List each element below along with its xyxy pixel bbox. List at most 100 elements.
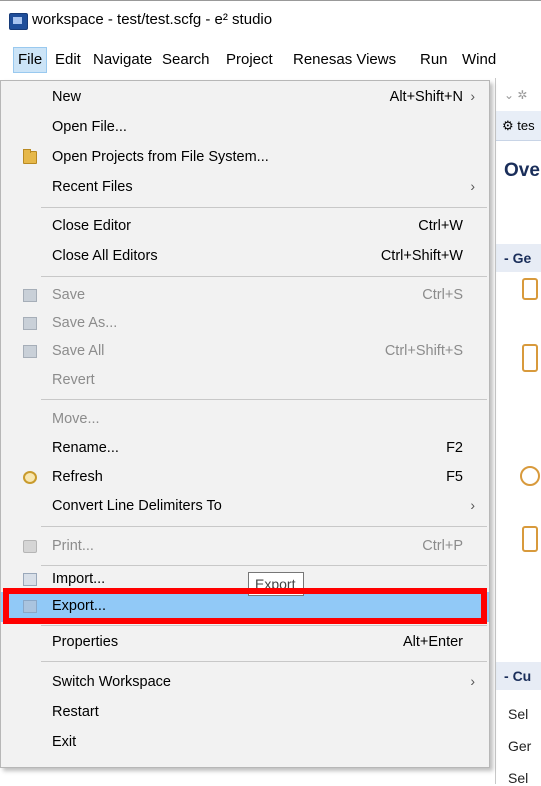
menu-item-save-as[interactable]: Save As... xyxy=(1,309,489,339)
menu-item-label: Move... xyxy=(52,411,100,427)
menu-edit[interactable]: Edit xyxy=(55,51,81,68)
menu-separator xyxy=(41,661,487,662)
folder-icon xyxy=(23,149,37,164)
shortcut-label: Alt+Shift+N xyxy=(389,89,463,105)
menu-item-label: Save As... xyxy=(52,315,118,331)
gear-icon: ⚙ xyxy=(502,118,514,133)
menu-run[interactable]: Run xyxy=(420,51,448,68)
menu-item-label: New xyxy=(52,89,82,105)
menu-item-label: Switch Workspace xyxy=(52,674,171,690)
menu-item-label: Close Editor xyxy=(52,218,131,234)
shortcut-label: Alt+Enter xyxy=(402,634,463,650)
submenu-arrow-icon: › xyxy=(470,88,475,104)
pane-row: Sel xyxy=(508,706,529,722)
menu-item-restart[interactable]: Restart xyxy=(1,698,489,728)
menu-item-switch-workspace[interactable]: Switch Workspace › xyxy=(1,668,489,698)
section-current-label: Cu xyxy=(512,668,532,684)
menu-item-export[interactable]: Export... xyxy=(1,592,489,622)
menu-item-label: Recent Files xyxy=(52,179,133,195)
shortcut-label: F5 xyxy=(446,469,463,485)
menu-item-label: Export... xyxy=(52,598,106,614)
menu-item-refresh[interactable]: Refresh F5 xyxy=(1,463,489,493)
menu-separator xyxy=(41,207,487,208)
editor-tab-label: tes xyxy=(517,118,535,133)
editor-toolbar: ⌄ ✲ xyxy=(504,88,528,102)
section-current[interactable]: ‐ Cu xyxy=(496,662,541,690)
menu-item-label: Open Projects from File System... xyxy=(52,149,269,165)
menu-item-label: Print... xyxy=(52,538,94,554)
save-as-icon xyxy=(23,317,37,330)
menu-item-recent-files[interactable]: Recent Files › xyxy=(1,173,489,203)
menu-item-label: Refresh xyxy=(52,469,103,485)
menu-separator xyxy=(41,625,487,626)
menu-item-label: Save All xyxy=(52,343,105,359)
shortcut-label: Ctrl+S xyxy=(422,287,463,303)
menu-item-exit[interactable]: Exit xyxy=(1,728,489,758)
submenu-arrow-icon: › xyxy=(470,497,475,513)
menu-item-new[interactable]: New Alt+Shift+N › xyxy=(1,83,489,113)
file-menu: New Alt+Shift+N › Open File... Open Proj… xyxy=(0,80,490,768)
submenu-arrow-icon: › xyxy=(470,178,475,194)
menu-item-label: Import... xyxy=(52,571,106,587)
app-icon xyxy=(9,13,28,30)
section-general-label: Ge xyxy=(512,250,532,266)
menu-item-label: Close All Editors xyxy=(52,248,158,264)
collapse-icon: ‐ xyxy=(504,668,509,684)
import-icon xyxy=(23,573,37,586)
menu-item-properties[interactable]: Properties Alt+Enter xyxy=(1,628,489,658)
menu-item-save[interactable]: Save Ctrl+S xyxy=(1,281,489,311)
window-title: workspace - test/test.scfg - e² studio xyxy=(32,11,273,28)
menu-item-open-file[interactable]: Open File... xyxy=(1,113,489,143)
menu-item-label: Revert xyxy=(52,372,95,388)
menu-separator xyxy=(41,276,487,277)
menu-renesas-views[interactable]: Renesas Views xyxy=(293,51,396,68)
menu-item-convert-line-delimiters[interactable]: Convert Line Delimiters To › xyxy=(1,492,489,522)
menu-item-label: Properties xyxy=(52,634,119,650)
menu-search[interactable]: Search xyxy=(162,51,210,68)
pane-row: Ger xyxy=(508,738,532,754)
menu-project[interactable]: Project xyxy=(226,51,273,68)
shortcut-label: Ctrl+P xyxy=(422,538,463,554)
menu-file[interactable]: File xyxy=(13,47,48,73)
section-general[interactable]: ‐ Ge xyxy=(496,244,541,272)
menu-separator xyxy=(41,399,487,400)
title-bar: workspace - test/test.scfg - e² studio xyxy=(0,0,541,40)
shortcut-label: Ctrl+Shift+W xyxy=(380,248,463,264)
menu-item-import[interactable]: Import... xyxy=(1,565,489,595)
menu-navigate[interactable]: Navigate xyxy=(93,51,152,68)
menu-item-label: Save xyxy=(52,287,86,303)
menu-item-open-projects[interactable]: Open Projects from File System... xyxy=(1,143,489,173)
document-icon xyxy=(522,526,538,552)
menu-item-close-editor[interactable]: Close Editor Ctrl+W xyxy=(1,212,489,242)
refresh-icon xyxy=(23,471,37,484)
menu-item-label: Open File... xyxy=(52,119,127,135)
menu-window[interactable]: Wind xyxy=(462,51,496,68)
menu-bar: File Edit Navigate Search Project Renesa… xyxy=(0,44,541,78)
overview-heading: Ove xyxy=(504,160,540,181)
shortcut-label: Ctrl+W xyxy=(418,218,463,234)
shortcut-label: Ctrl+Shift+S xyxy=(384,343,463,359)
menu-item-print[interactable]: Print... Ctrl+P xyxy=(1,532,489,562)
menu-item-close-all-editors[interactable]: Close All Editors Ctrl+Shift+W xyxy=(1,242,489,272)
collapse-icon: ‐ xyxy=(504,250,509,266)
export-icon xyxy=(23,600,37,613)
chip-icon xyxy=(520,466,540,486)
menu-separator xyxy=(41,526,487,527)
menu-item-move[interactable]: Move... xyxy=(1,405,489,435)
menu-item-label: Exit xyxy=(52,734,77,750)
editor-pane: ⌄ ✲ ⚙ tes Ove ‐ Ge ‐ Cu Sel Ger Sel xyxy=(495,78,541,786)
book-icon xyxy=(522,278,538,300)
menu-item-revert[interactable]: Revert xyxy=(1,366,489,396)
menu-item-label: Restart xyxy=(52,704,99,720)
editor-tab[interactable]: ⚙ tes xyxy=(496,111,541,141)
save-icon xyxy=(23,289,37,302)
menu-item-save-all[interactable]: Save All Ctrl+Shift+S xyxy=(1,337,489,367)
submenu-arrow-icon: › xyxy=(470,673,475,689)
print-icon xyxy=(23,540,37,553)
export-tooltip: Export xyxy=(248,572,305,596)
save-all-icon xyxy=(23,345,37,358)
menu-item-label: Convert Line Delimiters To xyxy=(52,498,222,514)
menu-item-rename[interactable]: Rename... F2 xyxy=(1,434,489,464)
menu-item-label: Rename... xyxy=(52,440,119,456)
device-icon xyxy=(522,344,538,372)
